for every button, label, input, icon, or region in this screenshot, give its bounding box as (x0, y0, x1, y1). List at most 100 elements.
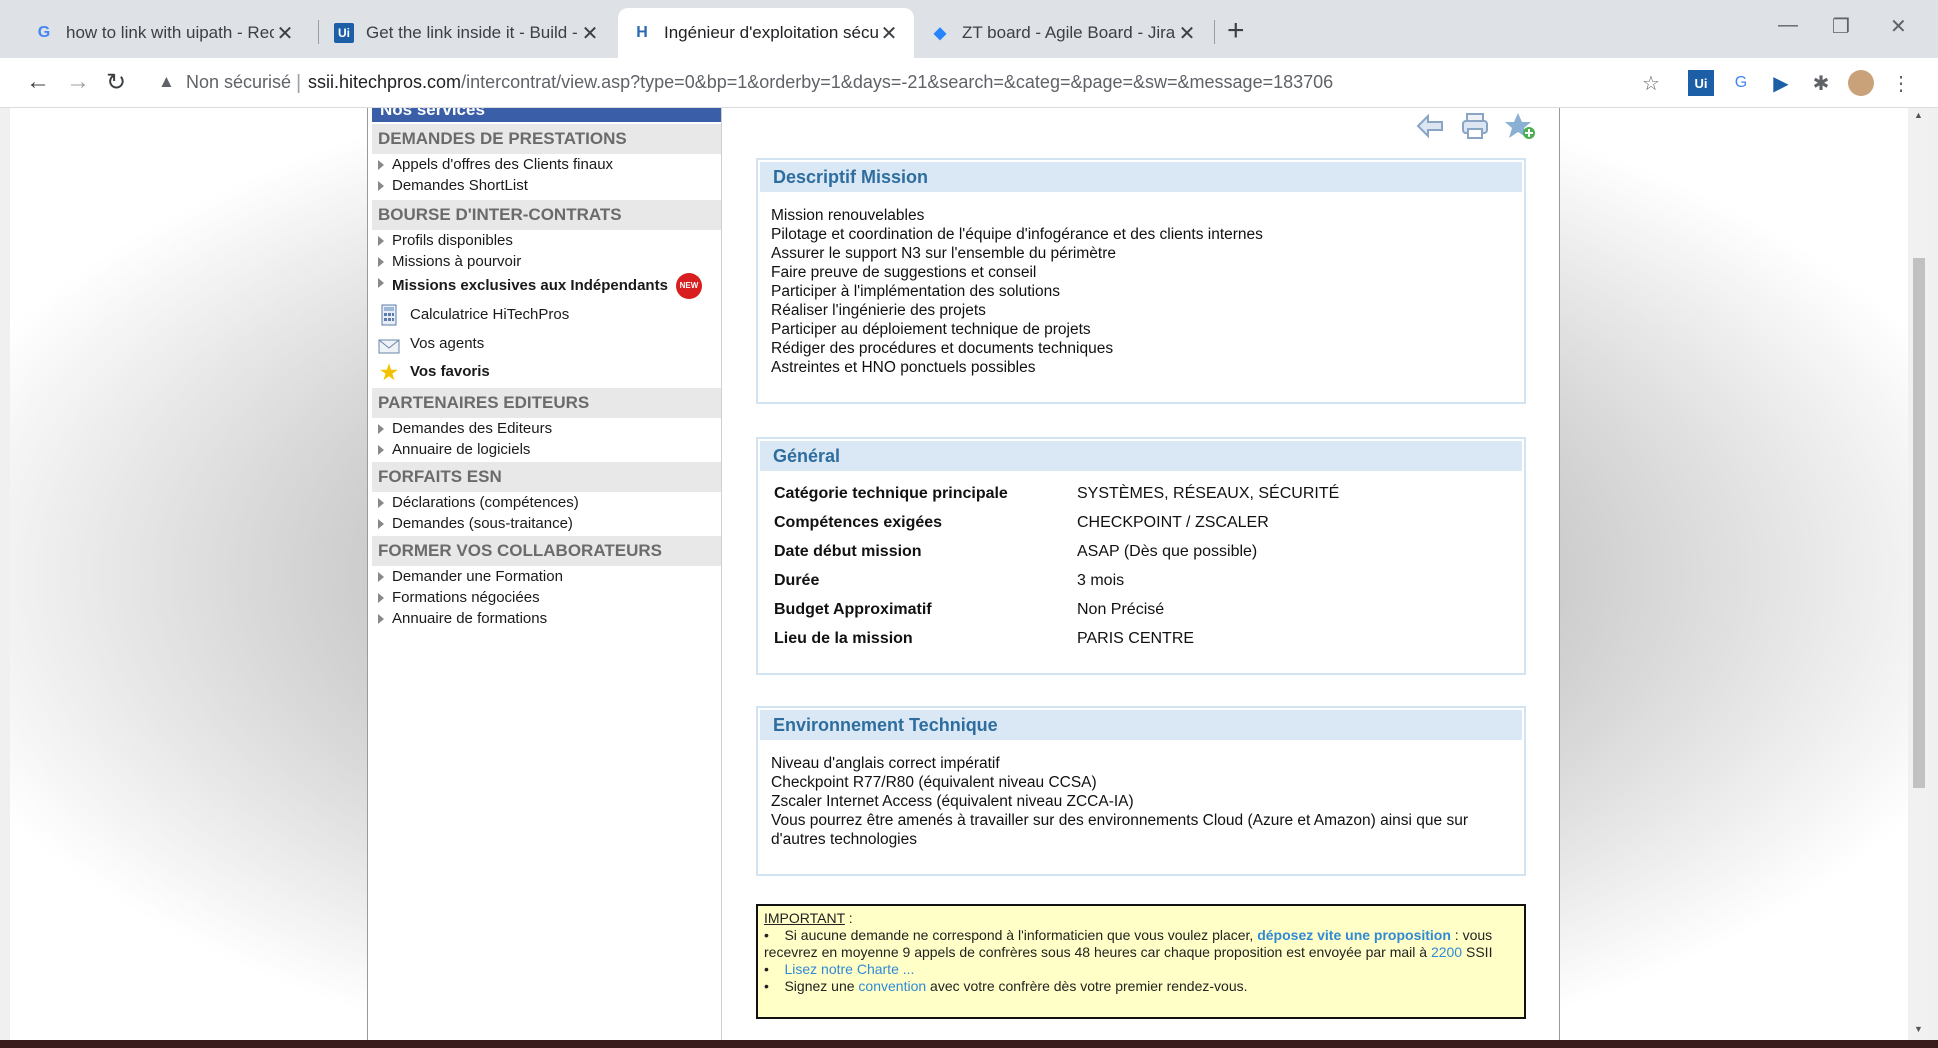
mission-actions (1414, 108, 1536, 148)
tab-jira[interactable]: ◆ ZT board - Agile Board - Jira ✕ (916, 8, 1212, 58)
notice-item: • Lisez notre Charte ... (764, 961, 915, 977)
url-path: /intercontrat/view.asp?type=0&bp=1&order… (461, 72, 1334, 92)
link-declarations[interactable]: Déclarations (compétences) (372, 492, 721, 513)
translate-extension-icon[interactable]: G (1728, 70, 1754, 96)
field-value: CHECKPOINT / ZSCALER (1077, 514, 1269, 531)
address-bar[interactable]: ssii.hitechpros.com/intercontrat/view.as… (308, 72, 1333, 93)
ssii-count-link[interactable]: 2200 (1431, 944, 1462, 960)
env-line: Vous pourrez être amenés à travailler su… (771, 812, 1468, 848)
general-title: Général (760, 441, 1522, 471)
table-row: Lieu de la mission PARIS CENTRE (771, 624, 1511, 653)
back-icon[interactable]: ← (26, 68, 50, 96)
field-label: Budget Approximatif (774, 601, 932, 618)
restore-icon[interactable]: ❐ (1832, 14, 1850, 39)
mission-line: Rédiger des procédures et documents tech… (771, 340, 1114, 357)
tool-label: Calculatrice HiTechPros (410, 306, 570, 323)
profile-avatar[interactable] (1848, 70, 1874, 96)
notice-text: avec votre confrère dès votre premier re… (926, 978, 1248, 994)
scroll-up-icon[interactable]: ▲ (1914, 110, 1923, 120)
mission-line: Astreintes et HNO ponctuels possibles (771, 359, 1036, 376)
tab-google-search[interactable]: G how to link with uipath - Recherc ✕ (20, 8, 310, 58)
new-tab-icon[interactable]: + (1227, 14, 1245, 48)
link-demandes-sous-traitance[interactable]: Demandes (sous-traitance) (372, 513, 721, 534)
mission-line: Participer au déploiement technique de p… (771, 321, 1091, 338)
tab-hitechpros[interactable]: H Ingénieur d'exploitation sécurité ✕ (618, 8, 914, 58)
deposer-proposition-link[interactable]: déposez vite une proposition (1257, 927, 1451, 943)
close-icon[interactable]: ✕ (878, 21, 900, 46)
reload-icon[interactable]: ↻ (106, 68, 126, 97)
mission-main: Descriptif Mission Mission renouvelables… (726, 108, 1556, 1040)
table-row: Budget Approximatif Non Précisé (771, 595, 1511, 624)
field-value: ASAP (Dès que possible) (1077, 543, 1258, 560)
mission-line: Pilotage et coordination de l'équipe d'i… (771, 226, 1263, 243)
forward-icon[interactable]: → (66, 68, 90, 96)
link-formations-negociees[interactable]: Formations négociées (372, 587, 721, 608)
field-label: Date début mission (774, 543, 922, 560)
close-icon[interactable]: ✕ (1176, 21, 1198, 46)
warning-icon[interactable]: ▲ (158, 72, 175, 92)
table-row: Catégorie technique principale SYSTÈMES, … (771, 479, 1511, 508)
hitechpros-icon: H (636, 24, 648, 41)
tab-title: ZT board - Agile Board - Jira (962, 23, 1176, 42)
notice-text: Si aucune demande ne correspond à l'info… (784, 927, 1258, 943)
descriptif-mission-box: Descriptif Mission Mission renouvelables… (756, 158, 1526, 404)
link-demander-formation[interactable]: Demander une Formation (372, 566, 721, 587)
section-bourse: BOURSE D'INTER-CONTRATS (372, 200, 721, 230)
notice-text: SSII (1462, 944, 1493, 960)
link-missions-a-pourvoir[interactable]: Missions à pourvoir (372, 251, 721, 272)
security-label[interactable]: Non sécurisé (186, 72, 291, 93)
google-icon: G (37, 24, 51, 41)
print-icon[interactable] (1460, 111, 1490, 146)
menu-kebab-icon[interactable]: ⋮ (1888, 70, 1914, 96)
play-extension-icon[interactable]: ▶ (1768, 70, 1794, 96)
new-badge: NEW (675, 273, 702, 300)
table-row: Durée 3 mois (771, 566, 1511, 595)
back-arrow-icon[interactable] (1414, 112, 1446, 145)
page-container: Nos services DEMANDES DE PRESTATIONS App… (367, 108, 1560, 1040)
add-favorite-icon[interactable] (1504, 111, 1536, 146)
link-demandes-editeurs[interactable]: Demandes des Editeurs (372, 418, 721, 439)
link-annuaire-formations[interactable]: Annuaire de formations (372, 608, 721, 629)
minimize-icon[interactable]: — (1778, 14, 1798, 37)
browser-toolbar: ← → ↻ ▲ Non sécurisé | ssii.hitechpros.c… (0, 58, 1938, 108)
descriptif-mission-body: Mission renouvelables Pilotage et coordi… (758, 194, 1524, 389)
link-annuaire-logiciels[interactable]: Annuaire de logiciels (372, 439, 721, 460)
mission-line: Faire preuve de suggestions et conseil (771, 264, 1037, 281)
mission-line: Assurer le support N3 sur l'ensemble du … (771, 245, 1116, 262)
charte-link[interactable]: Lisez notre Charte ... (784, 961, 914, 977)
window-close-icon[interactable]: ✕ (1890, 14, 1907, 39)
tool-vos-agents[interactable]: Vos agents (372, 330, 721, 358)
env-line: Checkpoint R77/R80 (équivalent niveau CC… (771, 774, 1097, 791)
convention-link[interactable]: convention (858, 978, 926, 994)
link-label: Missions exclusives aux Indépendants (392, 277, 668, 294)
link-appels-offres[interactable]: Appels d'offres des Clients finaux (372, 154, 721, 175)
close-icon[interactable]: ✕ (274, 21, 296, 46)
scroll-thumb[interactable] (1913, 258, 1925, 788)
field-label: Catégorie technique principale (774, 485, 1008, 502)
browser-tab-bar: G how to link with uipath - Recherc ✕ Ui… (0, 0, 1938, 58)
tab-uipath[interactable]: Ui Get the link inside it - Build - UiP … (320, 8, 615, 58)
close-icon[interactable]: ✕ (579, 21, 601, 46)
scroll-down-icon[interactable]: ▼ (1914, 1024, 1923, 1034)
field-value: PARIS CENTRE (1077, 630, 1195, 647)
table-row: Compétences exigées CHECKPOINT / ZSCALER (771, 508, 1511, 537)
notice-item: • Si aucune demande ne correspond à l'in… (764, 927, 1493, 960)
env-line: Zscaler Internet Access (équivalent nive… (771, 793, 1134, 810)
link-missions-exclusives[interactable]: Missions exclusives aux Indépendants NEW (372, 272, 721, 300)
jira-icon: ◆ (933, 25, 947, 42)
tab-title: how to link with uipath - Recherc (66, 23, 274, 42)
field-value: SYSTÈMES, RÉSEAUX, SÉCURITÉ (1077, 485, 1340, 502)
uipath-extension-icon[interactable]: Ui (1688, 70, 1714, 96)
tool-vos-favoris[interactable]: ★ Vos favoris (372, 358, 721, 386)
link-profils-disponibles[interactable]: Profils disponibles (372, 230, 721, 251)
field-value: 3 mois (1077, 572, 1125, 589)
extensions-puzzle-icon[interactable]: ✱ (1808, 70, 1834, 96)
field-value: Non Précisé (1077, 601, 1165, 618)
page-scrollbar[interactable]: ▲ ▼ (1910, 108, 1928, 1040)
general-body: Catégorie technique principale SYSTÈMES, … (758, 473, 1524, 665)
tab-title: Get the link inside it - Build - UiP (366, 23, 579, 42)
link-demandes-shortlist[interactable]: Demandes ShortList (372, 175, 721, 196)
tool-calculatrice[interactable]: Calculatrice HiTechPros (372, 300, 721, 330)
bookmark-star-icon[interactable]: ☆ (1638, 70, 1664, 96)
table-row: Date début mission ASAP (Dès que possible… (771, 537, 1511, 566)
